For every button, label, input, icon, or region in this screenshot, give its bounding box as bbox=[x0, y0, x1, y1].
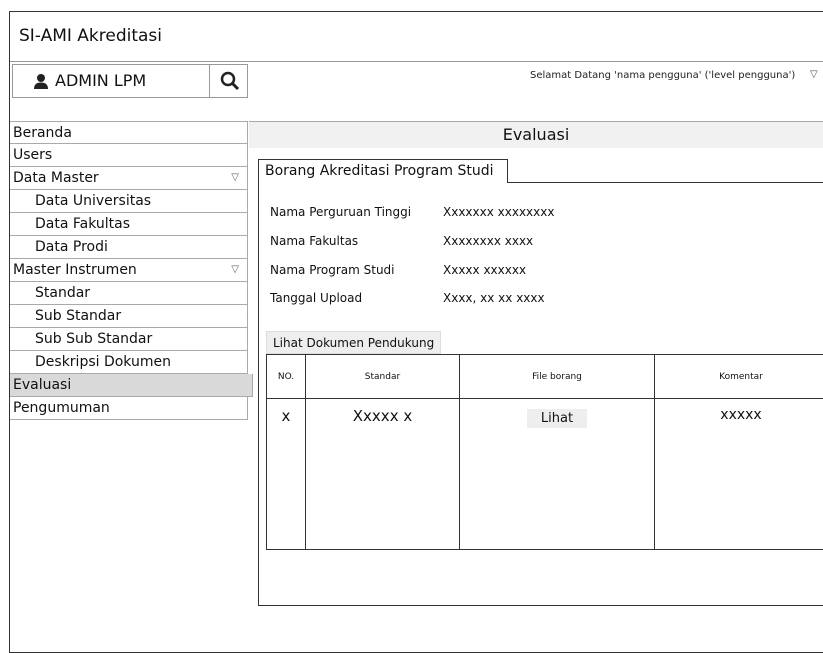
table-header-row: NO. Standar File borang Komentar bbox=[267, 355, 823, 399]
title-divider bbox=[10, 61, 823, 62]
info-value: Xxxxxxxx xxxx bbox=[443, 234, 533, 248]
sidebar-item-evaluasi[interactable]: Evaluasi bbox=[10, 374, 253, 397]
sidebar-item-pengumuman[interactable]: Pengumuman bbox=[10, 397, 248, 420]
sidebar-item-deskripsi-dokumen[interactable]: Deskripsi Dokumen bbox=[10, 351, 248, 374]
sidebar-item-sub-standar[interactable]: Sub Standar bbox=[10, 305, 248, 328]
sidebar-item-data-universitas[interactable]: Data Universitas bbox=[10, 190, 248, 213]
table-row: x Xxxxx x Lihat xxxxx bbox=[267, 399, 823, 550]
column-header-no: NO. bbox=[267, 355, 306, 399]
cell-standar: Xxxxx x bbox=[306, 399, 460, 550]
cell-komentar: xxxxx bbox=[655, 399, 823, 550]
user-panel: ADMIN LPM bbox=[12, 64, 248, 98]
sidebar-item-data-prodi[interactable]: Data Prodi bbox=[10, 236, 248, 259]
view-file-button[interactable]: Lihat bbox=[527, 409, 587, 428]
user-name: ADMIN LPM bbox=[55, 71, 146, 90]
user-icon bbox=[33, 73, 49, 89]
search-icon[interactable] bbox=[219, 70, 241, 92]
user-panel-divider bbox=[209, 65, 210, 97]
sidebar-item-data-fakultas[interactable]: Data Fakultas bbox=[10, 213, 248, 236]
cell-no: x bbox=[267, 399, 306, 550]
evaluation-table: NO. Standar File borang Komentar x Xxxxx… bbox=[266, 354, 823, 550]
user-label[interactable]: ADMIN LPM bbox=[33, 71, 146, 90]
column-header-komentar: Komentar bbox=[655, 355, 823, 399]
info-value: Xxxxxxx xxxxxxxx bbox=[443, 205, 554, 219]
chevron-down-icon[interactable]: ▽ bbox=[810, 69, 818, 80]
sidebar-item-data-master[interactable]: Data Master▽ bbox=[10, 167, 248, 190]
greeting-text[interactable]: Selamat Datang 'nama pengguna' ('level p… bbox=[530, 70, 795, 81]
sidebar-item-standar[interactable]: Standar bbox=[10, 282, 248, 305]
info-label: Nama Program Studi bbox=[270, 263, 395, 277]
column-header-file-borang: File borang bbox=[460, 355, 655, 399]
sidebar-item-beranda[interactable]: Beranda bbox=[10, 121, 248, 144]
sidebar-item-users[interactable]: Users bbox=[10, 144, 248, 167]
info-label: Nama Fakultas bbox=[270, 234, 358, 248]
column-header-standar: Standar bbox=[306, 355, 460, 399]
sidebar-item-master-instrumen[interactable]: Master Instrumen▽ bbox=[10, 259, 248, 282]
view-supporting-docs-button[interactable]: Lihat Dokumen Pendukung bbox=[266, 331, 441, 354]
sidebar-item-sub-sub-standar[interactable]: Sub Sub Standar bbox=[10, 328, 248, 351]
tab-borang-akreditasi[interactable]: Borang Akreditasi Program Studi bbox=[258, 159, 508, 183]
page-title: Evaluasi bbox=[249, 121, 823, 148]
chevron-down-icon: ▽ bbox=[231, 259, 239, 281]
chevron-down-icon: ▽ bbox=[231, 167, 239, 189]
info-value: Xxxx, xx xx xxxx bbox=[443, 291, 545, 305]
app-title: SI-AMI Akreditasi bbox=[19, 26, 162, 46]
info-value: Xxxxx xxxxxx bbox=[443, 263, 526, 277]
info-label: Tanggal Upload bbox=[270, 291, 362, 305]
info-label: Nama Perguruan Tinggi bbox=[270, 205, 411, 219]
cell-file-borang: Lihat bbox=[460, 399, 655, 550]
